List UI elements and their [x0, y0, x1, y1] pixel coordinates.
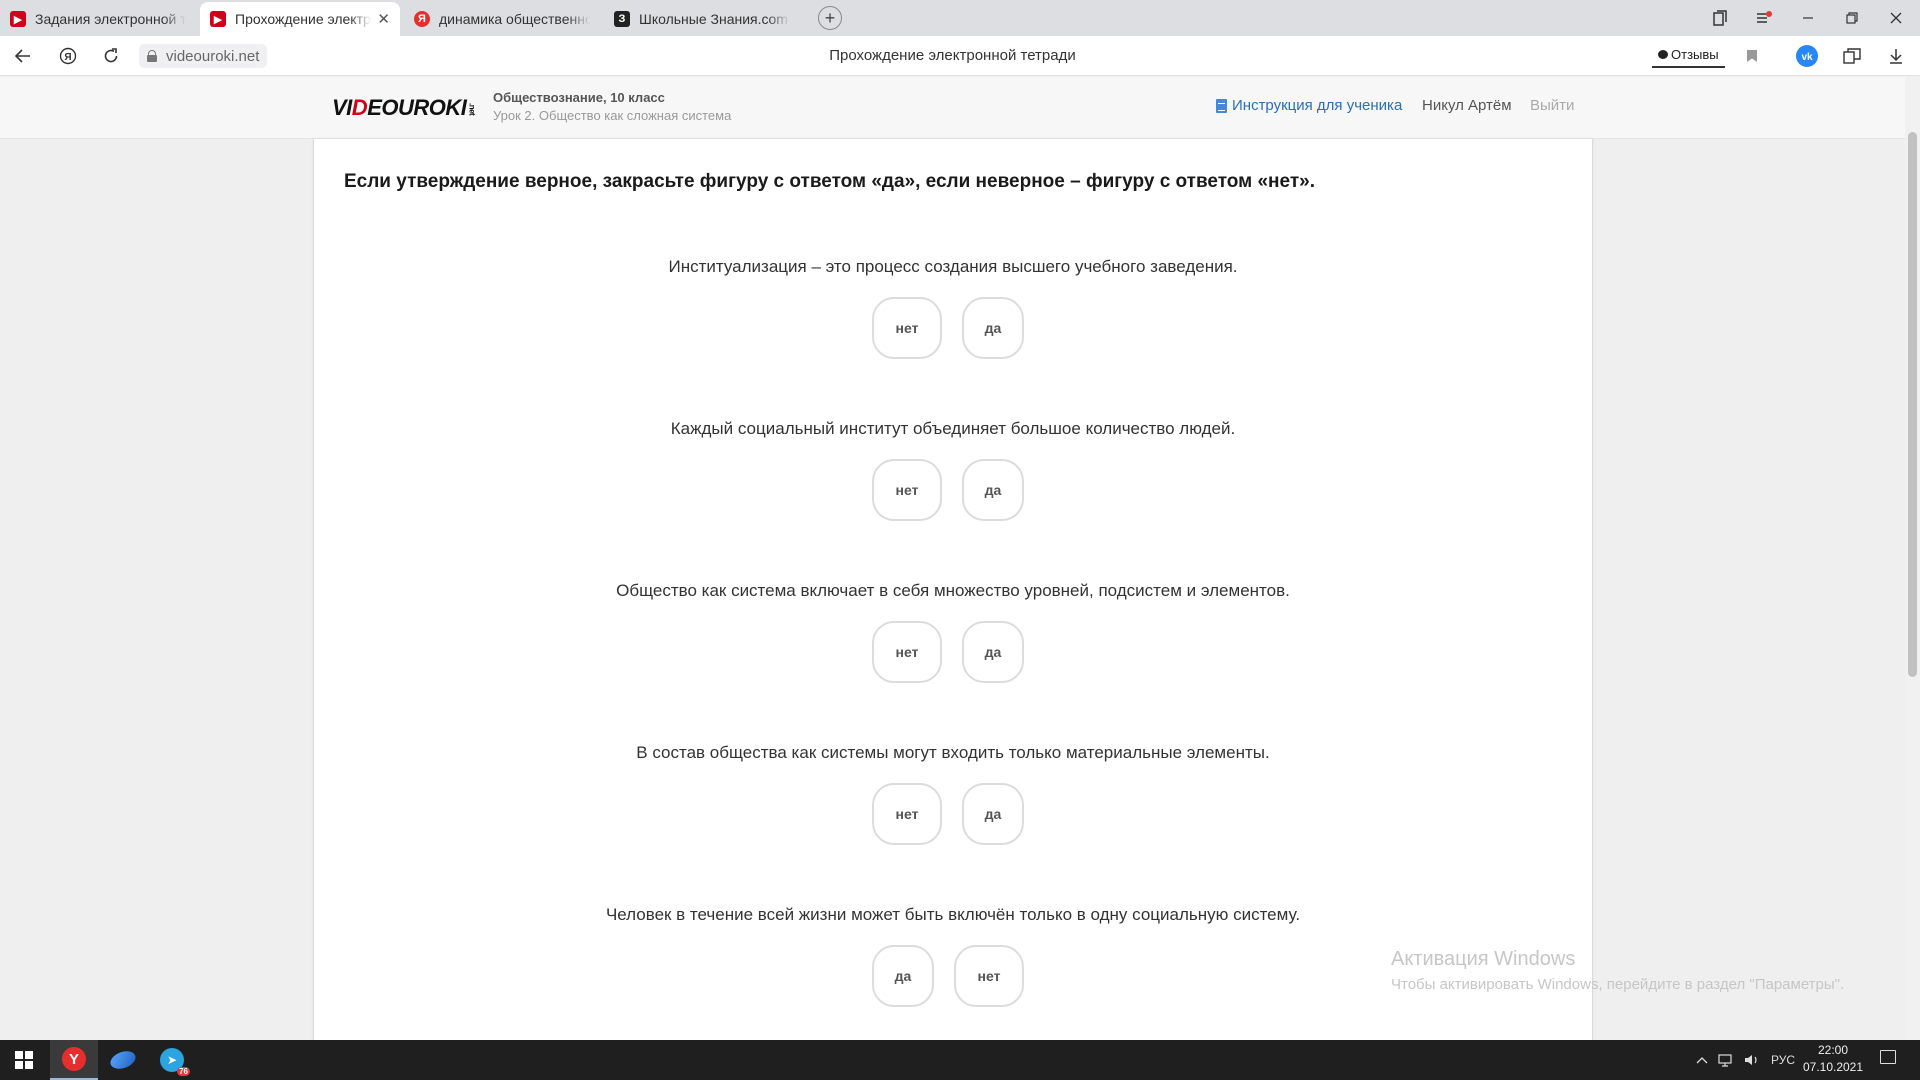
znanija-icon: З — [614, 11, 630, 27]
page-scrollbar[interactable] — [1905, 77, 1920, 1040]
page-title: Прохождение электронной тетради — [829, 47, 1076, 64]
answer-yes-button[interactable]: да — [962, 459, 1024, 521]
downloads-icon[interactable] — [1876, 36, 1916, 76]
workbook-card: Если утверждение верное, закрасьте фигур… — [313, 139, 1593, 1040]
new-tab-button[interactable]: + — [818, 6, 842, 30]
browser-tab-bar: ▶ Задания электронной тетр ▶ Прохождение… — [0, 0, 1920, 36]
course-title: Обществознание, 10 класс — [493, 90, 665, 105]
question-5: Человек в течение всей жизни может быть … — [605, 905, 1301, 924]
tab-walkthrough[interactable]: ▶ Прохождение электрон ✕ — [200, 2, 400, 36]
taskbar-telegram[interactable]: ➤ 76 — [148, 1040, 196, 1080]
notifications-icon[interactable] — [1880, 1050, 1896, 1064]
instructions-label: Инструкция для ученика — [1232, 97, 1403, 114]
clock-date: 07.10.2021 — [1802, 1060, 1864, 1074]
tab-title: динамика общественного — [439, 11, 590, 27]
extensions-icon[interactable] — [1832, 36, 1872, 76]
answer-group-4: нет да — [314, 783, 1592, 845]
feedback-button[interactable]: Отзывы — [1652, 42, 1725, 68]
address-bar: Я videouroki.net Прохождение электронной… — [0, 36, 1920, 76]
yandex-browser-icon: Y — [62, 1047, 86, 1071]
answer-group-1: нет да — [314, 297, 1592, 359]
input-language[interactable]: РУС — [1771, 1040, 1795, 1080]
show-hidden-icons[interactable] — [1696, 1040, 1708, 1080]
logo-text-red: D — [351, 95, 368, 120]
question-2: Каждый социальный институт объединяет бо… — [670, 419, 1236, 438]
scrollbar-thumb[interactable] — [1908, 132, 1917, 677]
answer-yes-button[interactable]: да — [962, 783, 1024, 845]
answer-group-2: нет да — [314, 459, 1592, 521]
start-button[interactable] — [0, 1040, 48, 1080]
feedback-label: Отзывы — [1671, 46, 1719, 62]
question-4: В состав общества как системы могут вход… — [636, 743, 1270, 762]
student-instructions-link[interactable]: Инструкция для ученика — [1216, 97, 1402, 114]
close-window-icon[interactable] — [1874, 0, 1918, 36]
logout-link[interactable]: Выйти — [1530, 97, 1574, 114]
answer-no-button[interactable]: нет — [872, 783, 942, 845]
taskbar-yandex-browser[interactable]: Y — [50, 1040, 98, 1080]
videouroki-icon: ▶ — [10, 11, 26, 27]
windows-activation-watermark: Активация Windows Чтобы активировать Win… — [1391, 948, 1844, 993]
collections-icon[interactable] — [1698, 0, 1742, 36]
videouroki-logo[interactable]: VIDEOUROKI.net — [332, 95, 476, 121]
answer-yes-button[interactable]: да — [872, 945, 934, 1007]
watermark-subtitle: Чтобы активировать Windows, перейдите в … — [1391, 976, 1845, 993]
answer-no-button[interactable]: нет — [954, 945, 1024, 1007]
vk-icon[interactable]: vk — [1787, 36, 1827, 76]
tab-title: Прохождение электрон — [235, 11, 372, 27]
taskbar-app[interactable] — [99, 1040, 147, 1080]
windows-taskbar: Y ➤ 76 РУС 22:00 07.10.2021 — [0, 1040, 1920, 1080]
answer-yes-button[interactable]: да — [962, 297, 1024, 359]
app-icon — [108, 1048, 138, 1072]
bookmark-icon[interactable] — [1732, 36, 1772, 76]
tab-znanija[interactable]: З Школьные Знания.com - П — [604, 2, 800, 36]
answer-no-button[interactable]: нет — [872, 459, 942, 521]
menu-icon[interactable] — [1742, 0, 1786, 36]
unread-badge: 76 — [177, 1067, 190, 1076]
lesson-title: Урок 2. Общество как сложная система — [493, 108, 732, 123]
tab-title: Задания электронной тетр — [35, 11, 186, 27]
tab-title: Школьные Знания.com - П — [639, 11, 790, 27]
logo-text: VI — [332, 95, 352, 120]
document-icon — [1216, 98, 1227, 113]
watermark-title: Активация Windows — [1391, 948, 1576, 970]
network-icon[interactable] — [1718, 1040, 1734, 1080]
clock-time: 22:00 — [1817, 1043, 1849, 1057]
windows-logo-icon — [15, 1051, 33, 1069]
answer-group-3: нет да — [314, 621, 1592, 683]
restore-icon[interactable] — [1830, 0, 1874, 36]
site-header: VIDEOUROKI.net Обществознание, 10 класс … — [0, 77, 1905, 139]
answer-no-button[interactable]: нет — [872, 621, 942, 683]
question-3: Общество как система включает в себя мно… — [616, 581, 1290, 600]
speech-bubble-icon — [1658, 49, 1668, 59]
volume-icon[interactable] — [1744, 1040, 1760, 1080]
answer-yes-button[interactable]: да — [962, 621, 1024, 683]
user-name[interactable]: Никул Артём — [1422, 97, 1512, 114]
yandex-icon: Я — [414, 11, 430, 27]
taskbar-clock[interactable]: 22:00 07.10.2021 — [1796, 1042, 1870, 1076]
minimize-icon[interactable] — [1786, 0, 1830, 36]
logo-net: .net — [467, 103, 477, 116]
task-instruction: Если утверждение верное, закрасьте фигур… — [344, 171, 1315, 192]
tab-yandex-search[interactable]: Я динамика общественного — [404, 2, 600, 36]
question-1: Институализация – это процесс создания в… — [668, 257, 1238, 276]
videouroki-icon: ▶ — [210, 11, 226, 27]
telegram-icon: ➤ 76 — [160, 1048, 190, 1076]
answer-no-button[interactable]: нет — [872, 297, 942, 359]
tab-tasks[interactable]: ▶ Задания электронной тетр — [0, 2, 196, 36]
close-tab-icon[interactable]: ✕ — [377, 10, 390, 28]
svg-text:vk: vk — [1801, 52, 1813, 63]
logo-text: EOUROKI — [367, 95, 467, 120]
